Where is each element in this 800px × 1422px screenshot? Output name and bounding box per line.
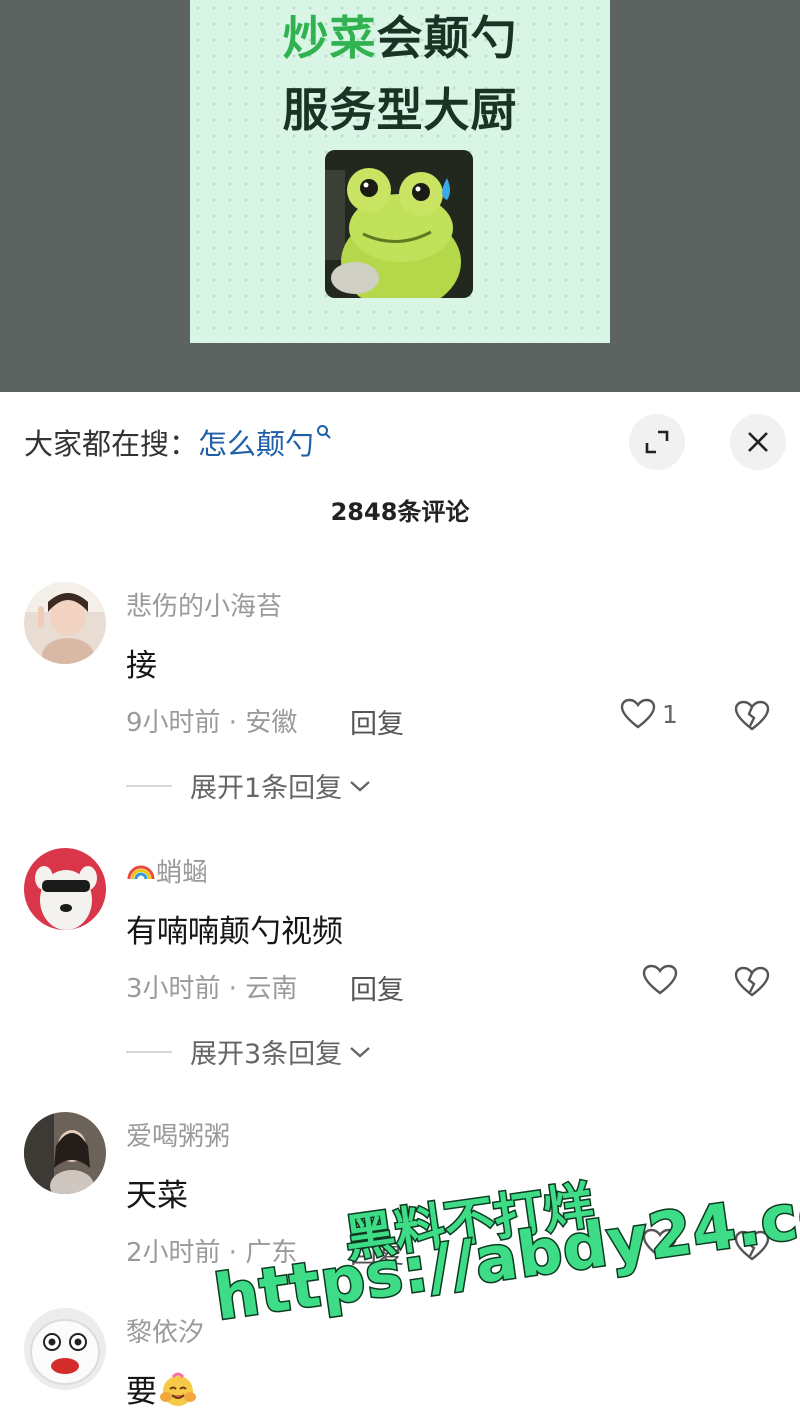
- like-button[interactable]: 1: [620, 698, 678, 730]
- search-icon[interactable]: [316, 424, 332, 445]
- chevron-down-icon: [350, 1046, 370, 1058]
- like-button[interactable]: [642, 964, 678, 996]
- expand-replies-button[interactable]: 展开1条回复: [126, 766, 372, 805]
- comment-panel: 大家都在搜： 怎么颠勺 2848条评论 悲伤的小海苔 接 9小时前 · 安徽 回…: [0, 392, 800, 1422]
- close-icon: [748, 432, 768, 452]
- comment-meta: 2小时前 · 广东: [126, 1238, 298, 1268]
- broken-heart-icon: [734, 966, 770, 997]
- comment-meta: 9小时前 · 安徽: [126, 708, 298, 738]
- comment-text: 要: [126, 1366, 197, 1417]
- heart-icon: [642, 1228, 678, 1259]
- like-button[interactable]: [642, 1228, 678, 1260]
- comment-count: 2848条评论: [330, 498, 470, 526]
- dislike-button[interactable]: [734, 1230, 770, 1266]
- comment-text-value: 要: [126, 1374, 157, 1410]
- chevron-down-icon: [350, 780, 370, 792]
- avatar[interactable]: [24, 848, 106, 930]
- comment-username-text: 蛸蜬: [156, 858, 209, 888]
- frog-sticker-icon: [325, 150, 473, 298]
- expand-replies-button[interactable]: 展开3条回复: [126, 1032, 372, 1071]
- like-count: 1: [662, 699, 678, 729]
- divider-dash: [126, 1050, 172, 1053]
- expand-button[interactable]: [629, 414, 685, 470]
- heart-icon: [620, 698, 656, 729]
- comment-text: 接: [126, 648, 157, 684]
- dislike-button[interactable]: [734, 966, 770, 1002]
- poster-title-line1: 炒菜会颠勺: [190, 2, 610, 68]
- poster-title-highlight: 炒菜: [282, 11, 377, 65]
- close-button[interactable]: [730, 414, 786, 470]
- broken-heart-icon: [734, 700, 770, 731]
- reply-button[interactable]: 回复: [350, 702, 404, 741]
- comment-username[interactable]: 蛸蜬: [126, 852, 208, 889]
- frog-sticker-image: [325, 150, 473, 298]
- divider-dash: [126, 784, 172, 787]
- poster-title-rest: 会颠勺: [376, 11, 518, 65]
- comment-text: 有喃喃颠勺视频: [126, 914, 343, 950]
- reply-button[interactable]: 回复: [350, 1232, 404, 1271]
- expand-icon: [645, 430, 669, 454]
- reply-button[interactable]: 回复: [350, 968, 404, 1007]
- expand-replies-label: 展开1条回复: [190, 773, 343, 804]
- avatar[interactable]: [24, 582, 106, 664]
- comment-text: 天菜: [126, 1178, 188, 1214]
- comment-meta: 3小时前 · 云南: [126, 974, 298, 1004]
- hug-emoji-icon: [159, 1371, 197, 1417]
- comment-username[interactable]: 悲伤的小海苔: [126, 586, 282, 623]
- trending-search-prefix: 大家都在搜：: [24, 427, 199, 461]
- expand-replies-label: 展开3条回复: [190, 1039, 343, 1070]
- heart-icon: [642, 964, 678, 995]
- video-poster: 炒菜会颠勺 服务型大厨: [190, 0, 610, 343]
- comment-username[interactable]: 黎依汐: [126, 1312, 204, 1349]
- comment-username[interactable]: 爱喝粥粥: [126, 1116, 230, 1153]
- avatar[interactable]: [24, 1308, 106, 1390]
- broken-heart-icon: [734, 1230, 770, 1261]
- dislike-button[interactable]: [734, 700, 770, 736]
- rainbow-icon: [126, 855, 156, 888]
- video-player[interactable]: 炒菜会颠勺 服务型大厨: [0, 0, 800, 392]
- trending-search-term[interactable]: 怎么颠勺: [198, 421, 314, 463]
- trending-search[interactable]: 大家都在搜： 怎么颠勺: [24, 420, 332, 464]
- poster-title-line2: 服务型大厨: [282, 83, 518, 137]
- avatar[interactable]: [24, 1112, 106, 1194]
